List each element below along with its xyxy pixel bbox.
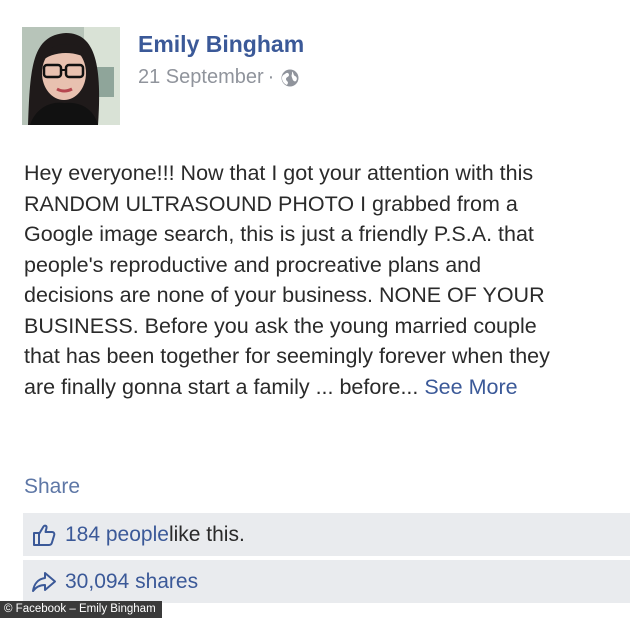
post-body-line: decisions are none of your business. NON…	[24, 283, 545, 307]
see-more-link[interactable]: See More	[424, 375, 517, 399]
likes-suffix: like this.	[168, 522, 245, 546]
post-body-line: Google image search, this is just a frie…	[24, 222, 534, 246]
shares-summary: 30,094 shares	[23, 560, 630, 603]
post-body-last-line: are finally gonna start a family ... bef…	[24, 372, 628, 403]
avatar[interactable]	[22, 27, 120, 125]
post-body-line: BUSINESS. Before you ask the young marri…	[24, 313, 537, 338]
author-name[interactable]: Emily Bingham	[138, 31, 304, 58]
post-body-line: are finally gonna start a family ... bef…	[24, 374, 419, 399]
profile-photo	[22, 27, 120, 125]
shares-count-link[interactable]: 30,094 shares	[65, 570, 198, 594]
meta-separator: ·	[267, 66, 275, 88]
facebook-post: Emily Bingham 21 September · Hey everyon…	[0, 0, 634, 618]
post-meta: 21 September ·	[138, 66, 300, 89]
likes-summary: 184 people like this.	[23, 513, 630, 556]
photo-credit-caption: © Facebook – Emily Bingham	[0, 601, 162, 618]
post-date[interactable]: 21 September	[138, 66, 264, 89]
thumbs-up-icon[interactable]	[31, 522, 57, 548]
post-body: Hey everyone!!! Now that I got your atte…	[24, 158, 628, 402]
post-body-line: that has been together for seemingly for…	[24, 344, 550, 368]
likes-count-link[interactable]: 184 people	[65, 523, 169, 547]
post-body-line: Hey everyone!!! Now that I got your atte…	[24, 161, 534, 185]
post-body-line: RANDOM ULTRASOUND PHOTO I grabbed from a	[24, 191, 518, 216]
globe-icon[interactable]	[280, 68, 300, 88]
share-arrow-icon	[31, 569, 57, 595]
share-link[interactable]: Share	[24, 475, 80, 499]
post-body-line: people's reproductive and procreative pl…	[24, 252, 482, 277]
